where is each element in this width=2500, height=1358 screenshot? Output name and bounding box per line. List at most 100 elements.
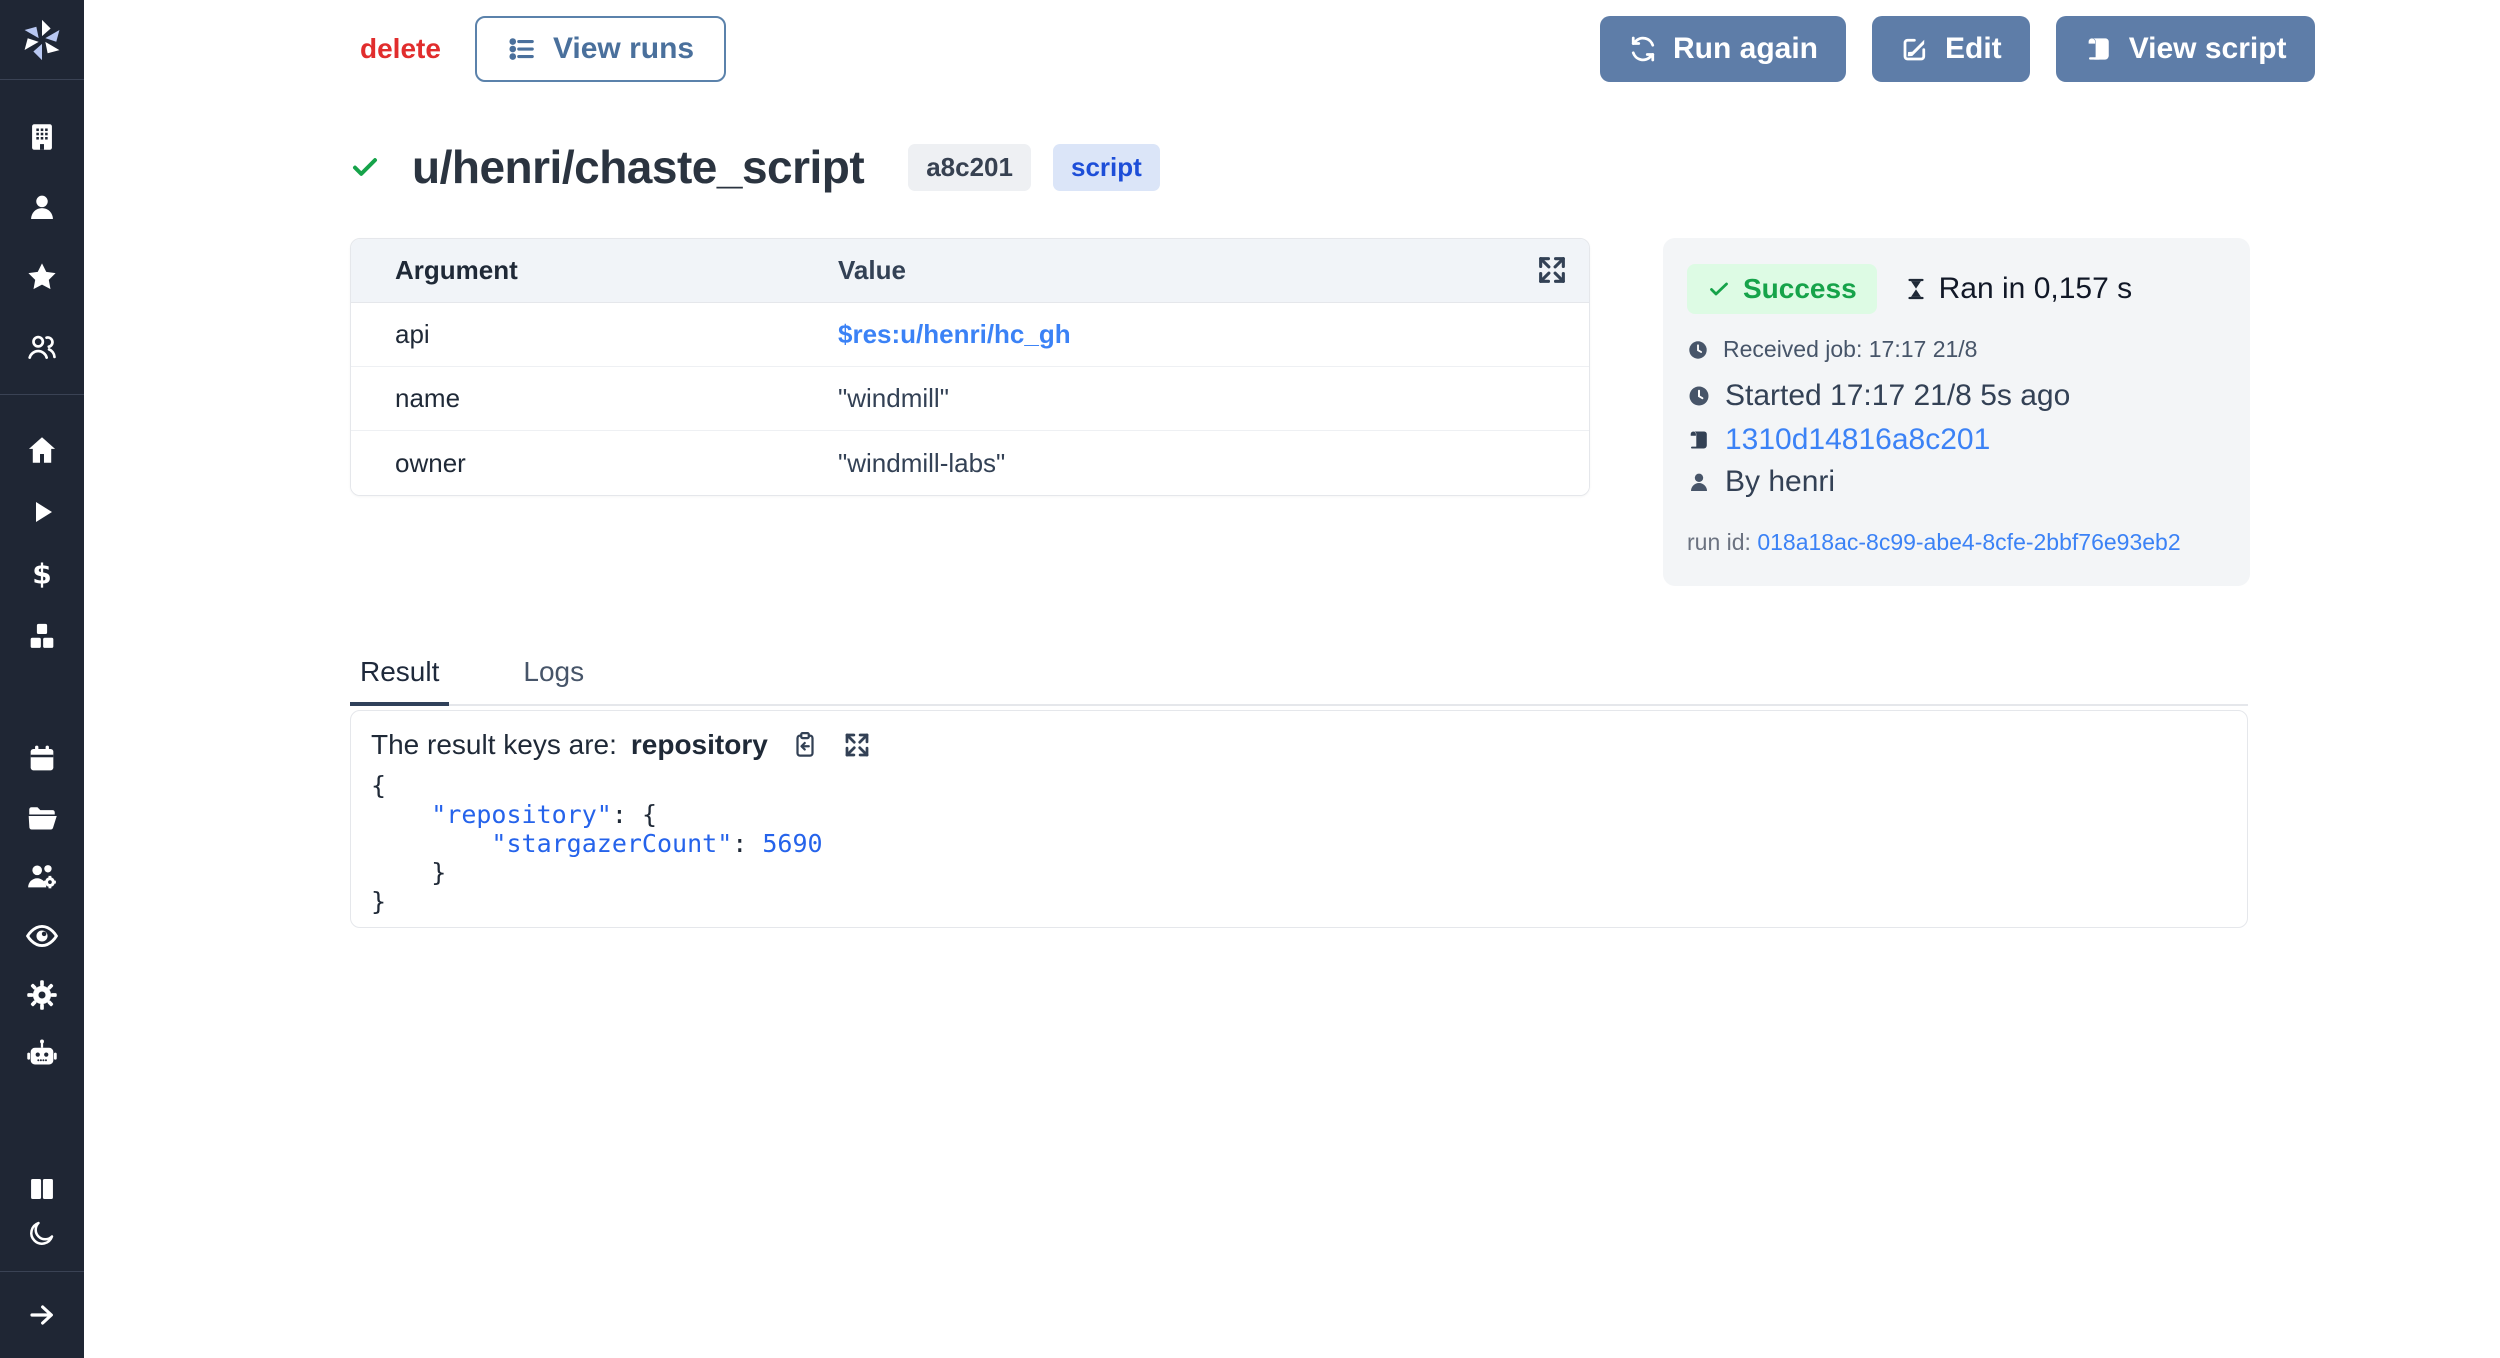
scroll-icon bbox=[2084, 34, 2114, 64]
json-key: "repository" bbox=[431, 800, 612, 829]
arg-name: api bbox=[351, 319, 838, 350]
sidebar-item-users-group[interactable] bbox=[0, 312, 84, 382]
robot-icon bbox=[25, 1037, 59, 1071]
svg-text:$: $ bbox=[32, 558, 51, 590]
run-author-line: By henri bbox=[1687, 465, 2226, 499]
sidebar-item-workspace[interactable] bbox=[0, 102, 84, 172]
sidebar-item-docs[interactable] bbox=[0, 1167, 84, 1211]
status-label: Success bbox=[1743, 273, 1857, 305]
clock-icon bbox=[1687, 339, 1709, 361]
result-keys-value: repository bbox=[631, 729, 768, 761]
sidebar-item-favorites[interactable] bbox=[0, 242, 84, 312]
arrow-right-icon bbox=[26, 1299, 58, 1331]
json-number: 5690 bbox=[762, 829, 822, 858]
sidebar-item-workers[interactable] bbox=[0, 1024, 84, 1083]
delete-button[interactable]: delete bbox=[360, 33, 441, 65]
expand-icon[interactable] bbox=[842, 730, 872, 760]
sidebar-item-variables[interactable]: $ bbox=[0, 543, 84, 605]
users-cog-icon bbox=[25, 860, 59, 894]
check-icon bbox=[1707, 277, 1731, 301]
edit-button[interactable]: Edit bbox=[1872, 16, 2030, 82]
arguments-table-header: Argument Value bbox=[351, 239, 1589, 303]
script-type-badge: script bbox=[1053, 144, 1160, 191]
job-hash-link[interactable]: 1310d14816a8c201 bbox=[1725, 423, 1990, 457]
column-header-value: Value bbox=[838, 255, 1589, 286]
sidebar-item-schedules[interactable] bbox=[0, 729, 84, 788]
result-json: { "repository": { "stargazerCount": 5690… bbox=[371, 771, 2227, 916]
arguments-table: Argument Value api $res:u/henri/hc_gh na… bbox=[350, 238, 1590, 496]
tab-logs[interactable]: Logs bbox=[513, 640, 594, 704]
result-tabs: Result Logs bbox=[350, 640, 2248, 706]
received-job-line: Received job: 17:17 21/8 bbox=[1687, 336, 2226, 363]
title-row: u/henri/chaste_script a8c201 script bbox=[350, 140, 1160, 194]
job-hash-line: 1310d14816a8c201 bbox=[1687, 423, 2226, 457]
arg-value: "windmill-labs" bbox=[838, 448, 1589, 479]
arg-name: owner bbox=[351, 448, 838, 479]
sidebar-item-settings[interactable] bbox=[0, 965, 84, 1024]
edit-icon bbox=[1900, 34, 1930, 64]
run-id-line: run id: 018a18ac-8c99-abe4-8cfe-2bbf76e9… bbox=[1687, 529, 2226, 556]
folder-open-icon bbox=[25, 801, 59, 835]
refresh-icon bbox=[1628, 34, 1658, 64]
result-keys-prefix: The result keys are: bbox=[371, 729, 617, 761]
dollar-icon: $ bbox=[26, 558, 58, 590]
view-script-label: View script bbox=[2129, 32, 2287, 66]
sidebar-item-home[interactable] bbox=[0, 419, 84, 481]
clipboard-copy-icon[interactable] bbox=[790, 730, 820, 760]
table-row: api $res:u/henri/hc_gh bbox=[351, 303, 1589, 367]
resource-link[interactable]: $res:u/henri/hc_gh bbox=[838, 319, 1071, 349]
expand-icon[interactable] bbox=[1535, 253, 1569, 287]
edit-label: Edit bbox=[1945, 32, 2002, 66]
eye-icon bbox=[24, 918, 60, 954]
home-icon bbox=[25, 433, 59, 467]
star-icon bbox=[25, 260, 59, 294]
hash-badge: a8c201 bbox=[908, 144, 1031, 191]
view-script-button[interactable]: View script bbox=[2056, 16, 2315, 82]
view-runs-button[interactable]: View runs bbox=[475, 16, 726, 82]
windmill-logo[interactable] bbox=[0, 0, 84, 80]
book-icon bbox=[26, 1173, 58, 1205]
header-right-actions: Run again Edit View script bbox=[1600, 16, 2315, 82]
scroll-small-icon bbox=[1687, 428, 1711, 452]
moon-icon bbox=[27, 1218, 57, 1248]
sidebar-item-audit-logs[interactable] bbox=[0, 906, 84, 965]
hourglass-icon bbox=[1903, 276, 1929, 302]
sidebar-item-resources[interactable] bbox=[0, 605, 84, 667]
tab-result[interactable]: Result bbox=[350, 640, 449, 706]
json-key: "stargazerCount" bbox=[491, 829, 732, 858]
clock-icon bbox=[1687, 384, 1711, 408]
success-check-icon bbox=[350, 152, 380, 182]
sidebar-collapse-toggle[interactable] bbox=[0, 1272, 84, 1358]
run-again-label: Run again bbox=[1673, 32, 1818, 66]
person-icon bbox=[1687, 470, 1711, 494]
arg-name: name bbox=[351, 383, 838, 414]
view-runs-label: View runs bbox=[553, 32, 694, 66]
sidebar-item-groups[interactable] bbox=[0, 847, 84, 906]
sidebar-item-dark-mode[interactable] bbox=[0, 1211, 84, 1255]
table-row: name "windmill" bbox=[351, 367, 1589, 431]
calendar-icon bbox=[26, 743, 58, 775]
run-id-link[interactable]: 018a18ac-8c99-abe4-8cfe-2bbf76e93eb2 bbox=[1757, 529, 2180, 555]
status-badge: Success bbox=[1687, 264, 1877, 314]
page-title: u/henri/chaste_script bbox=[412, 140, 864, 194]
user-icon bbox=[26, 191, 58, 223]
run-again-button[interactable]: Run again bbox=[1600, 16, 1846, 82]
sidebar-item-folders[interactable] bbox=[0, 788, 84, 847]
gear-icon bbox=[25, 978, 59, 1012]
result-card: The result keys are: repository { "repos… bbox=[350, 710, 2248, 928]
sidebar-item-user[interactable] bbox=[0, 172, 84, 242]
table-row: owner "windmill-labs" bbox=[351, 431, 1589, 495]
sidebar-item-runs[interactable] bbox=[0, 481, 84, 543]
column-header-argument: Argument bbox=[351, 255, 838, 286]
run-duration: Ran in 0,157 s bbox=[1903, 272, 2132, 306]
received-label: Received job: 17:17 21/8 bbox=[1723, 336, 1977, 363]
started-line: Started 17:17 21/8 5s ago bbox=[1687, 379, 2226, 413]
users-group-icon bbox=[25, 330, 59, 364]
duration-label: Ran in 0,157 s bbox=[1939, 272, 2132, 306]
building-icon bbox=[25, 120, 59, 154]
play-icon bbox=[26, 496, 58, 528]
arg-value: "windmill" bbox=[838, 383, 1589, 414]
cubes-icon bbox=[25, 619, 59, 653]
sidebar-divider bbox=[0, 394, 84, 395]
sidebar: $ bbox=[0, 0, 84, 1358]
